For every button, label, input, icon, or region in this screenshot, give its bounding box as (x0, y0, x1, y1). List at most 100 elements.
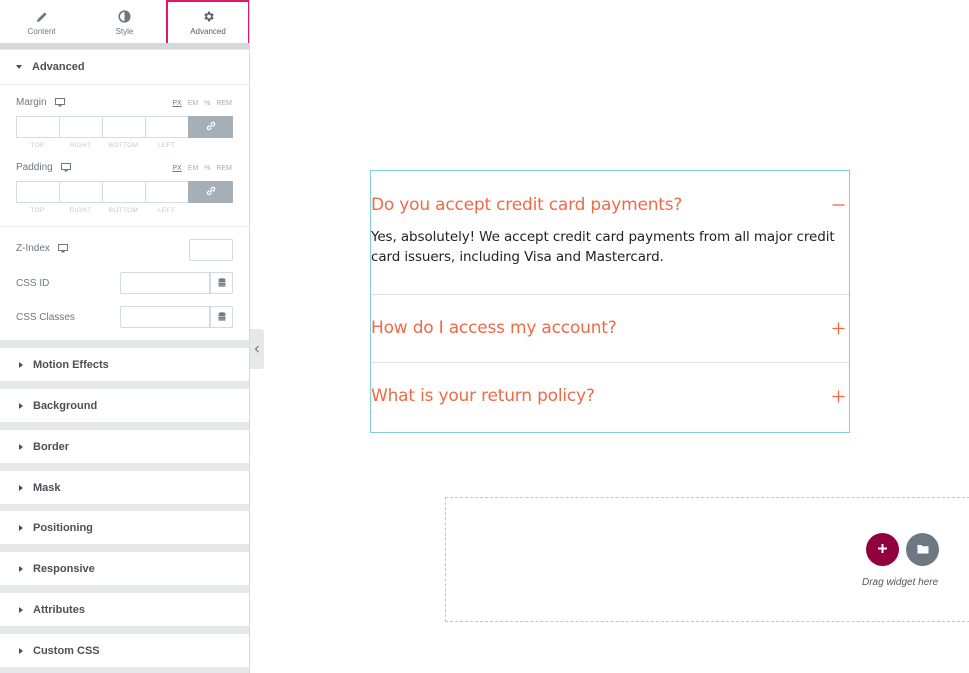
section-responsive[interactable]: Responsive (0, 552, 249, 585)
padding-left-input[interactable] (145, 181, 188, 203)
plus-icon[interactable] (832, 390, 845, 408)
advanced-section: Advanced Margin PX EM % REM TOP RIGHT BO… (0, 50, 249, 340)
tab-style[interactable]: Style (83, 0, 166, 45)
tab-strip (0, 43, 249, 49)
padding-bottom-label: BOTTOM (108, 207, 139, 214)
section-custom-css[interactable]: Custom CSS (0, 634, 249, 667)
margin-top-label: TOP (30, 142, 45, 149)
padding-label: Padding (16, 162, 71, 173)
unit-px[interactable]: PX (172, 100, 181, 107)
section-positioning[interactable]: Positioning (0, 511, 249, 544)
css-id-label: CSS ID (16, 278, 50, 289)
padding-bottom-input[interactable] (102, 181, 145, 203)
unit-em[interactable]: EM (188, 165, 199, 172)
editor-panel: Content Style Advanced Advanced Margin P… (0, 0, 250, 673)
section-motion-effects[interactable]: Motion Effects (0, 348, 249, 381)
section-title: Positioning (33, 521, 93, 534)
tab-style-label: Style (115, 26, 134, 36)
section-title: Mask (33, 481, 61, 494)
add-section-button[interactable] (866, 533, 899, 566)
database-icon (218, 308, 226, 326)
widget-dropzone[interactable]: Drag widget here (445, 497, 969, 622)
section-background[interactable]: Background (0, 389, 249, 422)
z-index-input[interactable] (189, 239, 233, 261)
pencil-icon (36, 10, 48, 24)
padding-left-label: LEFT (157, 207, 176, 214)
gear-icon (202, 10, 215, 24)
panel-collapse-handle[interactable] (250, 329, 264, 369)
padding-link-button[interactable] (188, 181, 233, 203)
unit-percent[interactable]: % (204, 100, 210, 107)
editor-window: Content Style Advanced Advanced Margin P… (0, 0, 969, 673)
section-title: Background (33, 399, 98, 412)
section-title: Responsive (33, 562, 95, 575)
padding-label-text: Padding (16, 162, 53, 173)
panel-tabs: Content Style Advanced (0, 0, 249, 45)
desktop-icon[interactable] (60, 163, 71, 172)
css-id-dynamic-button[interactable] (210, 272, 233, 294)
padding-top-input[interactable] (16, 181, 59, 203)
css-id-input[interactable] (120, 272, 210, 294)
minus-icon[interactable] (832, 195, 845, 216)
padding-right-input[interactable] (59, 181, 102, 203)
caret-down-icon (16, 65, 22, 69)
z-index-label-text: Z-Index (16, 243, 50, 254)
accordion-item-content: Yes, absolutely! We accept credit card p… (371, 229, 835, 265)
margin-bottom-input[interactable] (102, 116, 145, 138)
section-attributes[interactable]: Attributes (0, 593, 249, 626)
plus-icon[interactable] (832, 322, 845, 340)
unit-em[interactable]: EM (188, 100, 199, 107)
advanced-section-header[interactable]: Advanced (0, 50, 249, 85)
caret-right-icon (19, 361, 23, 368)
faq-accordion: Do you accept credit card payments? Yes,… (370, 170, 850, 433)
chevron-left-icon (254, 340, 260, 358)
css-classes-dynamic-button[interactable] (210, 306, 233, 328)
section-title: Custom CSS (33, 644, 100, 657)
accordion-item-title[interactable]: What is your return policy? (371, 386, 595, 406)
desktop-icon[interactable] (57, 244, 68, 253)
section-border[interactable]: Border (0, 430, 249, 463)
padding-side-labels: TOP RIGHT BOTTOM LEFT (16, 207, 188, 214)
unit-rem[interactable]: REM (216, 165, 232, 172)
half-circle-icon (118, 10, 131, 24)
caret-right-icon (19, 443, 23, 450)
margin-left-label: LEFT (157, 142, 176, 149)
margin-link-button[interactable] (188, 116, 233, 138)
accordion-divider (371, 362, 849, 363)
advanced-section-title: Advanced (32, 61, 85, 73)
tab-content[interactable]: Content (0, 0, 83, 45)
tab-advanced[interactable]: Advanced (166, 0, 249, 45)
divider (0, 226, 249, 227)
unit-px[interactable]: PX (172, 165, 181, 172)
margin-left-input[interactable] (145, 116, 188, 138)
dropzone-hint: Drag widget here (862, 577, 939, 588)
link-icon (206, 118, 216, 136)
padding-top-label: TOP (30, 207, 45, 214)
css-classes-label: CSS Classes (16, 312, 75, 323)
add-template-button[interactable] (906, 533, 939, 566)
margin-bottom-label: BOTTOM (108, 142, 139, 149)
margin-side-labels: TOP RIGHT BOTTOM LEFT (16, 142, 188, 149)
margin-right-input[interactable] (59, 116, 102, 138)
margin-inputs (16, 116, 233, 138)
caret-right-icon (19, 402, 23, 409)
unit-percent[interactable]: % (204, 165, 210, 172)
section-title: Motion Effects (33, 358, 109, 371)
css-classes-input[interactable] (120, 306, 210, 328)
accordion-item-title[interactable]: Do you accept credit card payments? (371, 195, 682, 215)
tab-content-label: Content (27, 26, 56, 36)
margin-top-input[interactable] (16, 116, 59, 138)
margin-label-text: Margin (16, 97, 47, 108)
desktop-icon[interactable] (54, 98, 65, 107)
padding-inputs (16, 181, 233, 203)
caret-right-icon (19, 647, 23, 654)
section-title: Border (33, 440, 70, 453)
plus-icon (877, 541, 888, 559)
caret-right-icon (19, 484, 23, 491)
margin-label: Margin (16, 97, 65, 108)
section-mask[interactable]: Mask (0, 471, 249, 504)
unit-rem[interactable]: REM (216, 100, 232, 107)
accordion-item-title[interactable]: How do I access my account? (371, 318, 617, 338)
database-icon (218, 274, 226, 292)
padding-right-label: RIGHT (69, 207, 92, 214)
